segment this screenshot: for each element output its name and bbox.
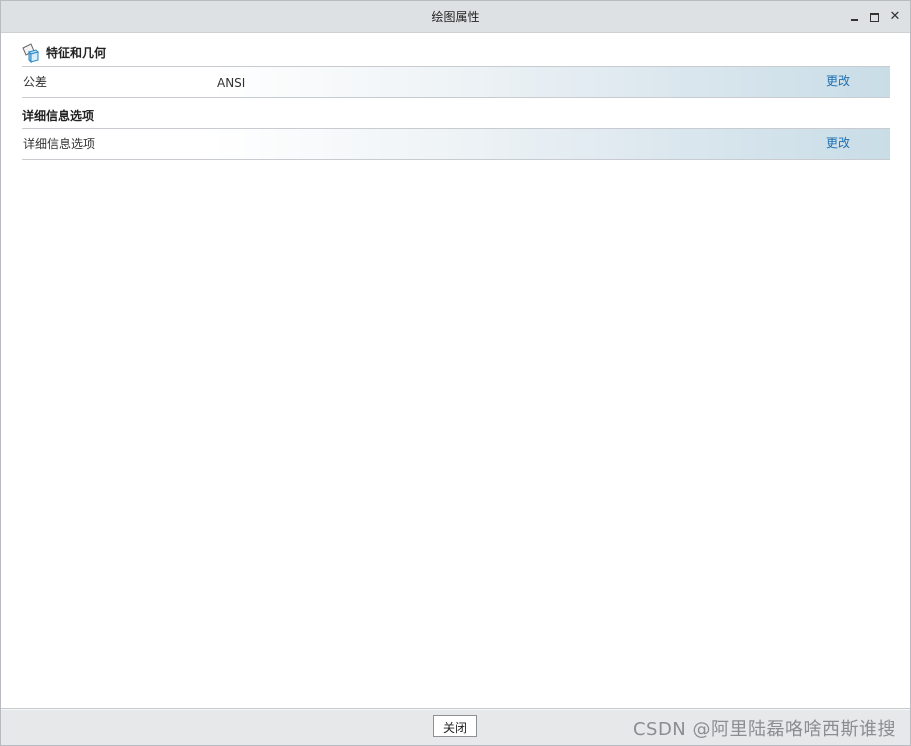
section-title-features: 特征和几何 (46, 46, 107, 60)
footer-divider (1, 709, 910, 710)
property-row-detail-options: 详细信息选项 更改 (22, 128, 890, 160)
feature-geometry-icon (22, 42, 42, 63)
maximize-icon[interactable] (868, 10, 882, 24)
dialog-footer: 关闭 CSDN @阿里陆磊咯啥西斯谁搜 (1, 708, 910, 745)
minimize-icon[interactable] (848, 10, 862, 24)
close-button[interactable]: 关闭 (433, 715, 477, 737)
properties-content: 特征和几何 公差 ANSI 更改 详细信息选项 详细信息选项 更改 (22, 39, 890, 160)
window-controls: ✕ (848, 1, 902, 32)
section-header-detail-options: 详细信息选项 (22, 102, 890, 128)
window-title: 绘图属性 (431, 10, 480, 24)
drawing-properties-window: 绘图属性 ✕ 特征和几何 公差 ANSI 更改 详细信息选项 详细信息选项 更改… (0, 0, 911, 746)
section-header-features: 特征和几何 (22, 39, 890, 66)
csdn-watermark: CSDN @阿里陆磊咯啥西斯谁搜 (632, 719, 896, 740)
change-detail-options-link[interactable]: 更改 (826, 129, 850, 157)
section-title-detail-options: 详细信息选项 (22, 108, 95, 123)
tolerance-value: ANSI (217, 76, 246, 90)
close-icon[interactable]: ✕ (888, 9, 902, 24)
title-bar[interactable]: 绘图属性 ✕ (1, 1, 910, 33)
property-row-tolerance: 公差 ANSI 更改 (22, 66, 890, 98)
tolerance-label: 公差 (23, 75, 48, 89)
detail-options-label: 详细信息选项 (23, 137, 96, 151)
change-tolerance-link[interactable]: 更改 (826, 67, 850, 95)
